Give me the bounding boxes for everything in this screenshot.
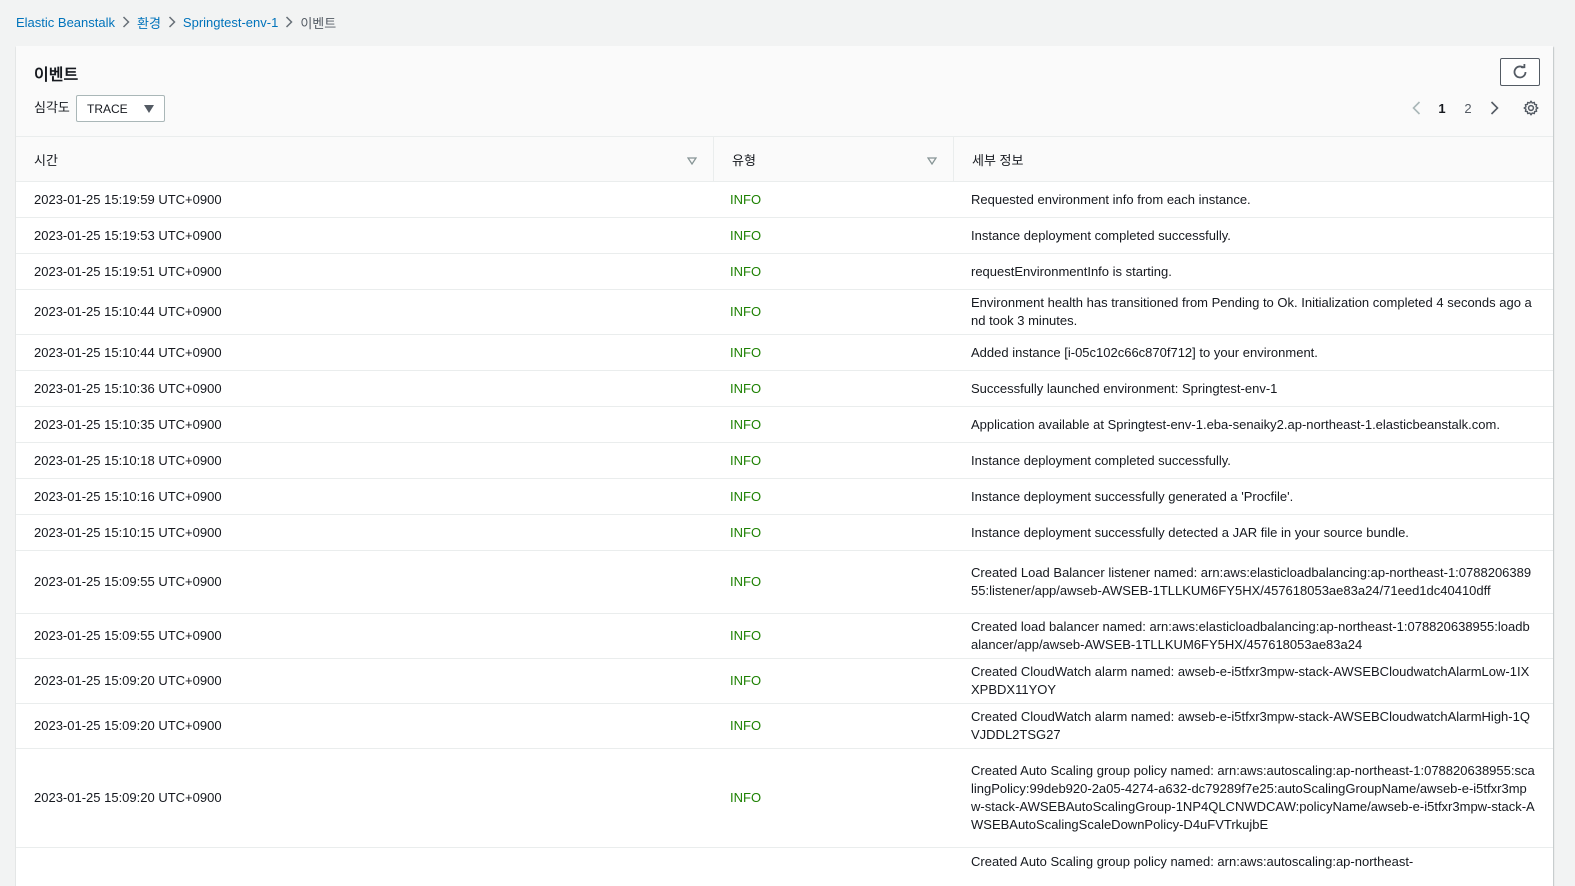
- event-time: 2023-01-25 15:09:20 UTC+0900: [34, 790, 222, 805]
- table-row: 2023-01-25 15:19:51 UTC+0900 INFO reques…: [16, 254, 1553, 290]
- table-header: 시간 유형 세부 정보: [16, 137, 1553, 182]
- event-detail: Created Auto Scaling group policy named:…: [971, 763, 1535, 832]
- event-time: 2023-01-25 15:10:35 UTC+0900: [34, 416, 222, 432]
- event-time: 2023-01-25 15:10:15 UTC+0900: [34, 524, 222, 540]
- event-type: INFO: [730, 673, 762, 688]
- table-row: 2023-01-25 15:09:55 UTC+0900 INFO Create…: [16, 551, 1553, 614]
- column-header-label: 유형: [732, 152, 756, 168]
- event-time: 2023-01-25 15:10:18 UTC+0900: [34, 452, 222, 468]
- table-row: 2023-01-25 15:19:59 UTC+0900 INFO Reques…: [16, 182, 1553, 218]
- event-time: 2023-01-25 15:10:36 UTC+0900: [34, 380, 222, 396]
- column-header-type[interactable]: 유형: [713, 137, 953, 181]
- event-detail: Application available at Springtest-env-…: [971, 416, 1500, 432]
- column-header-label: 세부 정보: [972, 152, 1024, 168]
- column-header-time[interactable]: 시간: [16, 137, 713, 181]
- refresh-button[interactable]: [1500, 58, 1540, 86]
- event-time: 2023-01-25 15:19:53 UTC+0900: [34, 227, 222, 243]
- event-type: INFO: [730, 718, 762, 733]
- event-detail: Successfully launched environment: Sprin…: [971, 380, 1278, 396]
- events-panel: 이벤트 심각도 TRACE 1 2 시간 유형 세부 정보 2023-01-25…: [16, 46, 1553, 886]
- event-detail: requestEnvironmentInfo is starting.: [971, 263, 1172, 279]
- chevron-right-icon: [161, 16, 183, 28]
- page-1-button[interactable]: 1: [1429, 101, 1455, 116]
- event-detail: Instance deployment successfully generat…: [971, 488, 1294, 504]
- event-detail: Instance deployment successfully detecte…: [971, 524, 1409, 540]
- breadcrumb-elastic-beanstalk[interactable]: Elastic Beanstalk: [16, 15, 115, 30]
- event-type: INFO: [730, 790, 762, 805]
- table-row: 2023-01-25 15:19:53 UTC+0900 INFO Instan…: [16, 218, 1553, 254]
- event-time: 2023-01-25 15:09:20 UTC+0900: [34, 673, 222, 688]
- event-detail: Created Auto Scaling group policy named:…: [971, 854, 1414, 869]
- severity-value: TRACE: [87, 101, 128, 116]
- event-time: 2023-01-25 15:10:44 UTC+0900: [34, 304, 222, 319]
- table-row: Created Auto Scaling group policy named:…: [16, 848, 1553, 886]
- table-row: 2023-01-25 15:09:20 UTC+0900 INFO Create…: [16, 749, 1553, 848]
- breadcrumb-current: 이벤트: [300, 15, 337, 31]
- sort-triangle-icon[interactable]: [686, 153, 698, 168]
- chevron-right-icon: [278, 16, 300, 28]
- severity-select[interactable]: TRACE: [76, 95, 165, 122]
- panel-header: 이벤트 심각도 TRACE 1 2: [16, 46, 1553, 137]
- event-detail: Environment health has transitioned from…: [971, 295, 1532, 328]
- refresh-icon: [1511, 63, 1529, 81]
- severity-label: 심각도: [34, 100, 70, 115]
- chevron-right-icon[interactable]: [1481, 101, 1507, 115]
- event-time: 2023-01-25 15:09:55 UTC+0900: [34, 628, 222, 643]
- breadcrumb-environments[interactable]: 환경: [137, 13, 161, 32]
- table-row: 2023-01-25 15:10:16 UTC+0900 INFO Instan…: [16, 479, 1553, 515]
- event-time: 2023-01-25 15:10:44 UTC+0900: [34, 344, 222, 360]
- chevron-right-icon: [115, 16, 137, 28]
- column-header-label: 시간: [34, 152, 58, 168]
- event-type: INFO: [730, 380, 762, 396]
- event-detail: Created CloudWatch alarm named: awseb-e-…: [971, 664, 1530, 697]
- table-row: 2023-01-25 15:09:55 UTC+0900 INFO Create…: [16, 614, 1553, 659]
- table-row: 2023-01-25 15:10:15 UTC+0900 INFO Instan…: [16, 515, 1553, 551]
- event-time: 2023-01-25 15:19:59 UTC+0900: [34, 191, 222, 207]
- event-type: INFO: [730, 263, 762, 279]
- table-row: 2023-01-25 15:10:44 UTC+0900 INFO Added …: [16, 335, 1553, 371]
- event-type: INFO: [730, 344, 762, 360]
- table-row: 2023-01-25 15:10:44 UTC+0900 INFO Enviro…: [16, 290, 1553, 335]
- table-row: 2023-01-25 15:09:20 UTC+0900 INFO Create…: [16, 704, 1553, 749]
- column-header-detail: 세부 정보: [953, 137, 1553, 181]
- page-2-button[interactable]: 2: [1455, 101, 1481, 116]
- event-time: 2023-01-25 15:10:16 UTC+0900: [34, 488, 222, 504]
- event-detail: Created Load Balancer listener named: ar…: [971, 565, 1532, 598]
- event-type: INFO: [730, 304, 762, 319]
- sort-triangle-icon[interactable]: [926, 153, 938, 168]
- table-row: 2023-01-25 15:10:35 UTC+0900 INFO Applic…: [16, 407, 1553, 443]
- event-time: 2023-01-25 15:09:55 UTC+0900: [34, 574, 222, 589]
- event-type: INFO: [730, 191, 762, 207]
- table-row: 2023-01-25 15:10:18 UTC+0900 INFO Instan…: [16, 443, 1553, 479]
- event-detail: Requested environment info from each ins…: [971, 191, 1251, 207]
- page-title: 이벤트: [34, 67, 79, 84]
- event-detail: Instance deployment completed successful…: [971, 227, 1231, 243]
- event-type: INFO: [730, 574, 762, 589]
- event-type: INFO: [730, 488, 762, 504]
- event-type: INFO: [730, 452, 762, 468]
- events-table-body: 2023-01-25 15:19:59 UTC+0900 INFO Reques…: [16, 182, 1553, 886]
- table-row: 2023-01-25 15:09:20 UTC+0900 INFO Create…: [16, 659, 1553, 704]
- chevron-left-icon[interactable]: [1403, 101, 1429, 115]
- event-time: 2023-01-25 15:09:20 UTC+0900: [34, 718, 222, 733]
- event-detail: Added instance [i-05c102c66c870f712] to …: [971, 344, 1318, 360]
- event-type: INFO: [730, 524, 762, 540]
- event-detail: Created CloudWatch alarm named: awseb-e-…: [971, 709, 1530, 742]
- table-row: 2023-01-25 15:10:36 UTC+0900 INFO Succes…: [16, 371, 1553, 407]
- breadcrumb-environment-name[interactable]: Springtest-env-1: [183, 15, 278, 30]
- event-type: INFO: [730, 416, 762, 432]
- breadcrumb: Elastic Beanstalk 환경 Springtest-env-1 이벤…: [16, 12, 336, 32]
- pagination: 1 2: [1403, 97, 1539, 119]
- event-type: INFO: [730, 227, 762, 243]
- settings-gear-icon[interactable]: [1523, 100, 1539, 116]
- event-time: 2023-01-25 15:19:51 UTC+0900: [34, 263, 222, 279]
- event-type: INFO: [730, 628, 762, 643]
- event-detail: Created load balancer named: arn:aws:ela…: [971, 619, 1530, 652]
- event-detail: Instance deployment completed successful…: [971, 452, 1231, 468]
- caret-down-icon: [144, 105, 154, 113]
